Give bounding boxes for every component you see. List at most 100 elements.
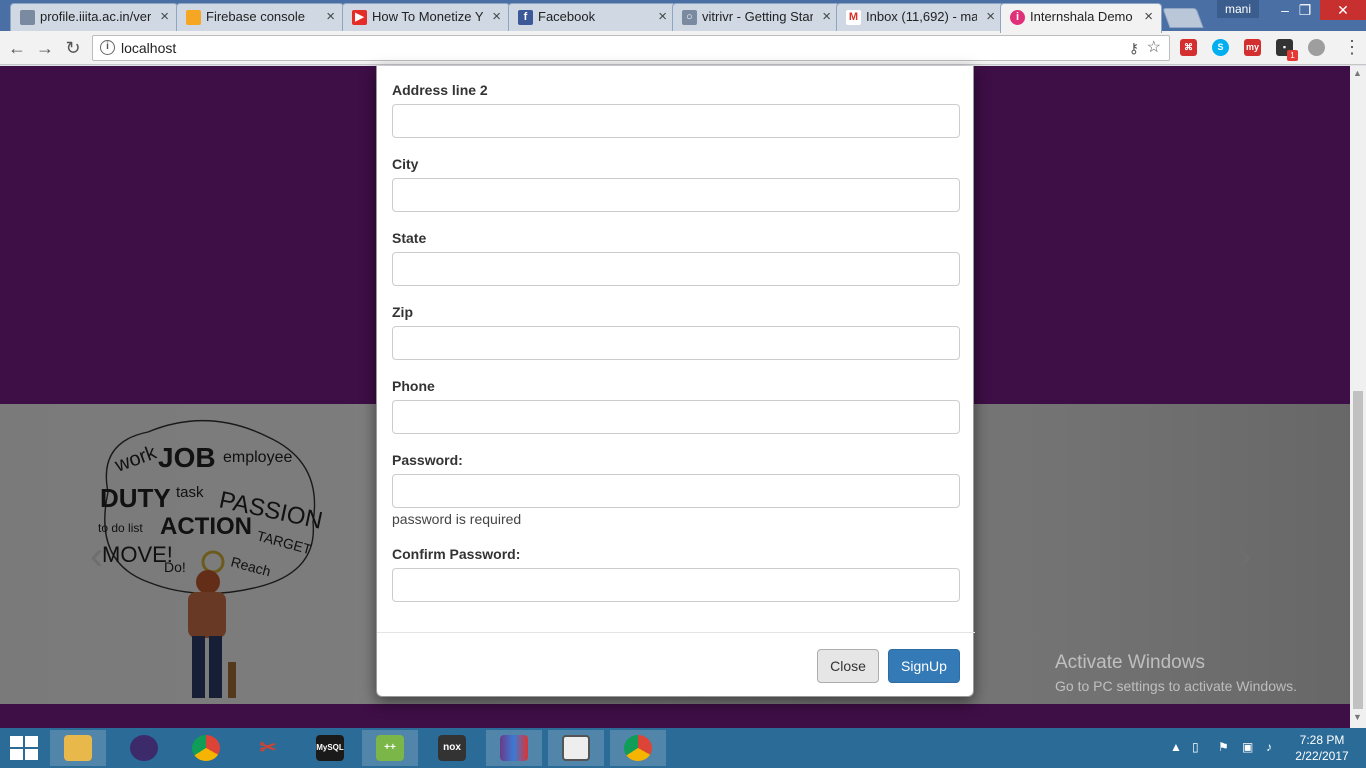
signup-button[interactable]: SignUp [888, 649, 960, 683]
chrome-icon [192, 735, 220, 761]
city-input[interactable] [392, 178, 960, 212]
tab-label: vitrivr - Getting Star [702, 9, 813, 24]
close-icon[interactable]: × [492, 4, 501, 30]
tab-youtube[interactable]: ▶ How To Monetize Y × [342, 3, 510, 31]
scroll-up-icon[interactable]: ▲ [1353, 68, 1362, 78]
windows-taskbar: ✂ MySQL ++ nox ▲ ▯ ⚑ ▣ ♪ 7:28 PM 2/22/20… [0, 728, 1366, 768]
taskbar-clock[interactable]: 7:28 PM 2/22/2017 [1287, 732, 1357, 764]
file-explorer-icon [64, 735, 92, 761]
confirm-password-label: Confirm Password: [392, 546, 521, 562]
notification-badge: 1 [1287, 50, 1298, 61]
password-error-text: password is required [392, 511, 522, 527]
my-extension-icon[interactable]: my [1244, 39, 1261, 56]
gmail-icon: M [846, 10, 861, 25]
scrollbar-thumb[interactable] [1353, 391, 1363, 709]
tab-label: profile.iiita.ac.in/ver [40, 9, 151, 24]
password-input[interactable] [392, 474, 960, 508]
youtube-icon: ▶ [352, 10, 367, 25]
volume-icon[interactable]: ♪ [1266, 740, 1272, 754]
new-tab-button[interactable] [1162, 8, 1204, 28]
pdf-extension-icon[interactable]: ⌘ [1180, 39, 1197, 56]
address-line-2-input[interactable] [392, 104, 960, 138]
taskbar-snipping-tool[interactable]: ✂ [240, 730, 296, 766]
flag-icon[interactable]: ⚑ [1218, 740, 1229, 754]
tab-profile[interactable]: profile.iiita.ac.in/ver × [10, 3, 178, 31]
close-button[interactable]: Close [817, 649, 879, 683]
network-icon[interactable]: ▣ [1242, 740, 1253, 754]
tab-gmail[interactable]: M Inbox (11,692) - ma × [836, 3, 1004, 31]
clock-date: 2/22/2017 [1295, 749, 1349, 763]
tab-label: Inbox (11,692) - ma [866, 9, 977, 24]
window-close-icon[interactable]: ✕ [1320, 0, 1366, 20]
taskbar-winrar[interactable] [486, 730, 542, 766]
modal-footer: Close SignUp [377, 632, 975, 697]
taskbar-file-explorer[interactable] [50, 730, 106, 766]
tab-facebook[interactable]: f Facebook × [508, 3, 676, 31]
snipping-tool-icon: ✂ [259, 737, 277, 759]
window-app-icon [562, 735, 590, 761]
close-icon[interactable]: × [658, 4, 667, 30]
reload-icon[interactable]: ↻ [62, 37, 84, 59]
winrar-icon [500, 735, 528, 761]
nox-icon: nox [438, 735, 466, 761]
mysql-icon: MySQL [316, 735, 344, 761]
page-scrollbar[interactable]: ▲ ▼ [1350, 66, 1366, 728]
close-icon[interactable]: × [986, 4, 995, 30]
url-text: localhost [121, 40, 177, 56]
watermark-title: Activate Windows [1055, 652, 1205, 673]
tab-label: Internshala Demo [1030, 9, 1133, 24]
back-arrow-icon[interactable]: ← [6, 37, 28, 59]
taskbar-notepad-plus[interactable]: ++ [362, 730, 418, 766]
state-input[interactable] [392, 252, 960, 286]
state-label: State [392, 230, 427, 246]
taskbar-chrome-user[interactable] [610, 730, 666, 766]
zip-input[interactable] [392, 326, 960, 360]
tab-internshala[interactable]: i Internshala Demo × [1000, 3, 1162, 33]
tray-expand-icon[interactable]: ▲ [1170, 740, 1182, 754]
phone-label: Phone [392, 378, 435, 394]
windows-start-icon[interactable] [10, 736, 38, 760]
city-label: City [392, 156, 419, 172]
chrome-user-icon [624, 735, 652, 761]
close-icon[interactable]: × [822, 4, 831, 30]
address-line-2-label: Address line 2 [392, 82, 488, 98]
device-icon[interactable]: ▯ [1192, 740, 1199, 754]
taskbar-window-app[interactable] [548, 730, 604, 766]
phone-input[interactable] [392, 400, 960, 434]
zip-label: Zip [392, 304, 413, 320]
taskbar-chrome[interactable] [178, 730, 234, 766]
browser-tab-strip: profile.iiita.ac.in/ver × Firebase conso… [0, 0, 1366, 33]
taskbar-nox[interactable]: nox [424, 730, 480, 766]
internshala-icon: i [1010, 10, 1025, 25]
profile-user-label[interactable]: mani [1217, 0, 1259, 18]
info-icon[interactable]: i [100, 40, 115, 55]
signup-modal: Address line 2 City State Zip Phone Pass… [376, 66, 975, 697]
tab-vitrivr[interactable]: ○ vitrivr - Getting Star × [672, 3, 840, 31]
password-label: Password: [392, 452, 463, 468]
clock-time: 7:28 PM [1299, 733, 1345, 747]
notepad-plus-icon: ++ [376, 735, 404, 761]
tab-firebase[interactable]: Firebase console × [176, 3, 344, 31]
browser-toolbar: ← → ↻ i localhost ⚷ ☆ ⌘ S my ▪ 1 ⋮ [0, 31, 1366, 65]
close-icon[interactable]: × [160, 4, 169, 30]
menu-icon[interactable]: ⋮ [1343, 37, 1361, 58]
key-icon[interactable]: ⚷ [1129, 36, 1139, 60]
address-bar[interactable]: i localhost ⚷ ☆ [92, 35, 1170, 61]
shield-extension-icon[interactable] [1308, 39, 1325, 56]
forward-arrow-icon[interactable]: → [34, 37, 56, 59]
taskbar-eclipse[interactable] [116, 730, 172, 766]
firebase-icon [186, 10, 201, 25]
watermark-subtitle: Go to PC settings to activate Windows. [1055, 678, 1297, 694]
close-icon[interactable]: × [326, 4, 335, 30]
taskbar-mysql[interactable]: MySQL [302, 730, 358, 766]
tab-label: Firebase console [206, 9, 305, 24]
restore-icon[interactable]: ❐ [1288, 0, 1322, 20]
confirm-password-input[interactable] [392, 568, 960, 602]
tab-label: Facebook [538, 9, 596, 24]
search-icon: ○ [682, 10, 697, 25]
skype-icon[interactable]: S [1212, 39, 1229, 56]
tab-label: How To Monetize Y [372, 9, 483, 24]
close-icon[interactable]: × [1144, 4, 1153, 30]
scroll-down-icon[interactable]: ▼ [1353, 712, 1362, 722]
bookmark-star-icon[interactable]: ☆ [1147, 36, 1161, 60]
